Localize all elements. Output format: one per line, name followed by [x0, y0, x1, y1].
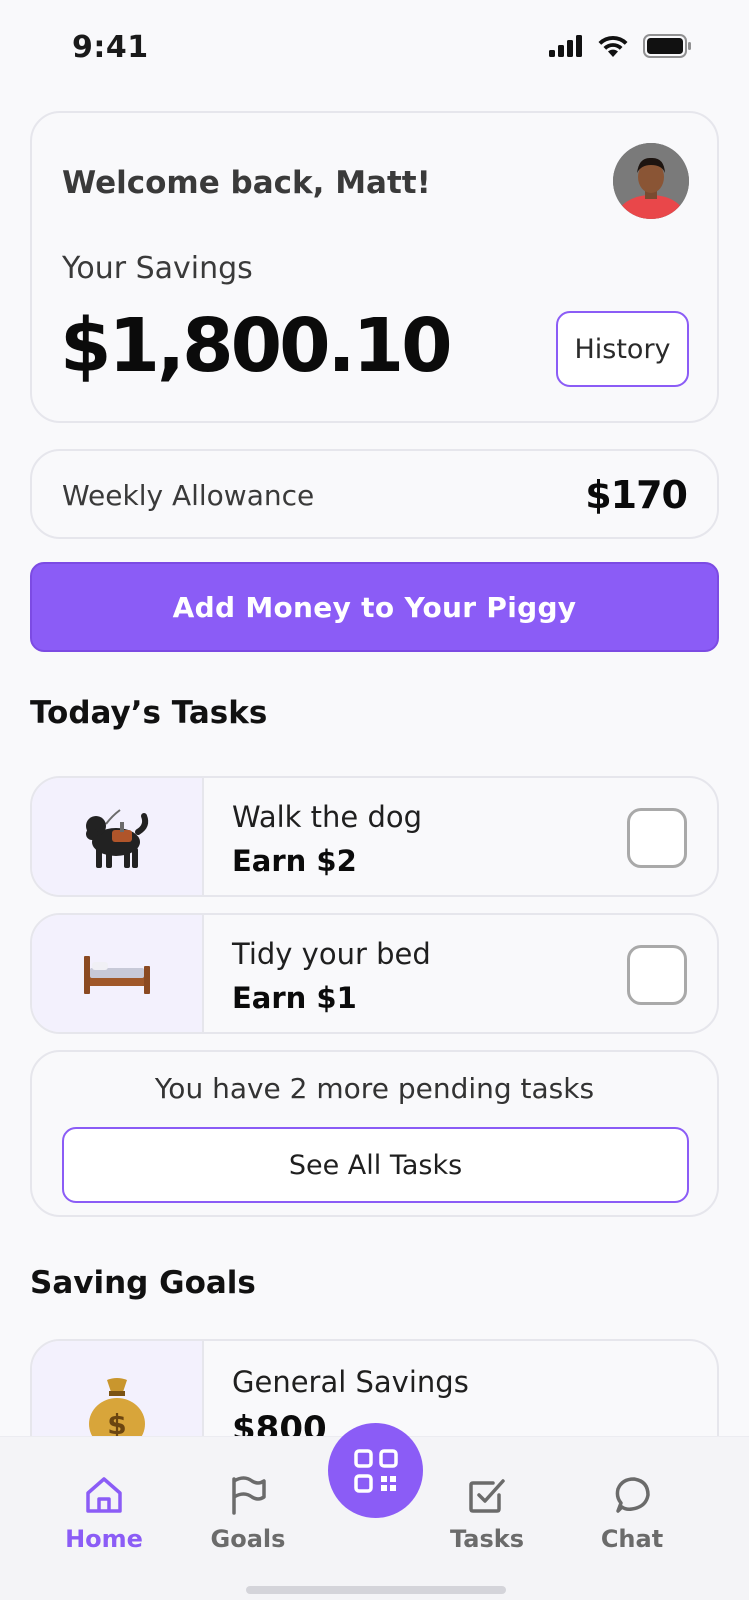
- pending-tasks-text: You have 2 more pending tasks: [154, 1072, 595, 1105]
- flag-icon: [232, 1476, 266, 1515]
- avatar[interactable]: [613, 143, 689, 219]
- checkbox-icon: [469, 1479, 505, 1513]
- welcome-message: Welcome back, Matt!: [62, 165, 431, 201]
- nav-label-goals: Goals: [210, 1525, 286, 1553]
- pending-tasks-card: You have 2 more pending tasks See All Ta…: [30, 1050, 719, 1217]
- task-title: Walk the dog: [232, 800, 423, 834]
- nav-item-goals[interactable]: Goals: [188, 1473, 308, 1553]
- battery-icon: [643, 34, 691, 58]
- task-earn: Earn $1: [232, 981, 357, 1015]
- goal-title: General Savings: [232, 1365, 469, 1399]
- wifi-icon: [598, 35, 628, 57]
- weekly-allowance-card: Weekly Allowance $170: [30, 449, 719, 539]
- cellular-signal-icon: [549, 35, 582, 57]
- savings-amount: $1,800.10: [60, 303, 453, 389]
- task-checkbox[interactable]: [627, 945, 687, 1005]
- task-icon-box: [32, 915, 204, 1032]
- add-money-button[interactable]: Add Money to Your Piggy: [30, 562, 719, 652]
- savings-label: Your Savings: [62, 251, 253, 286]
- nav-label-tasks: Tasks: [449, 1525, 524, 1553]
- see-all-tasks-button[interactable]: See All Tasks: [62, 1127, 689, 1203]
- savings-card: Welcome back, Matt! Your Savings $1,800.…: [30, 111, 719, 423]
- nav-label-home: Home: [65, 1525, 143, 1553]
- goals-section-title: Saving Goals: [30, 1265, 256, 1301]
- status-icons: [549, 34, 693, 58]
- task-icon-box: [32, 778, 204, 895]
- nav-item-chat[interactable]: Chat: [572, 1473, 692, 1553]
- chat-icon: [615, 1477, 650, 1513]
- phone-screen: 9:41 Welcome back, Matt! Your Savings $1…: [0, 0, 749, 1600]
- status-bar: 9:41: [0, 0, 749, 98]
- nav-item-home[interactable]: Home: [44, 1473, 164, 1553]
- task-item-walk-dog[interactable]: Walk the dog Earn $2: [30, 776, 719, 897]
- history-button[interactable]: History: [556, 311, 689, 387]
- tasks-section-title: Today’s Tasks: [30, 695, 268, 731]
- dog-icon: [86, 808, 149, 868]
- task-title: Tidy your bed: [232, 937, 431, 971]
- status-time: 9:41: [72, 30, 149, 65]
- qr-scan-button[interactable]: [328, 1423, 423, 1518]
- home-indicator: [246, 1586, 506, 1594]
- task-item-tidy-bed[interactable]: Tidy your bed Earn $1: [30, 913, 719, 1034]
- nav-item-tasks[interactable]: Tasks: [427, 1473, 547, 1553]
- task-checkbox[interactable]: [627, 808, 687, 868]
- task-earn: Earn $2: [232, 844, 357, 878]
- nav-label-chat: Chat: [600, 1525, 664, 1553]
- qr-code-icon: [353, 1448, 398, 1493]
- bed-icon: [84, 955, 150, 994]
- allowance-label: Weekly Allowance: [62, 479, 315, 512]
- home-icon: [86, 1477, 122, 1513]
- allowance-value: $170: [585, 473, 688, 517]
